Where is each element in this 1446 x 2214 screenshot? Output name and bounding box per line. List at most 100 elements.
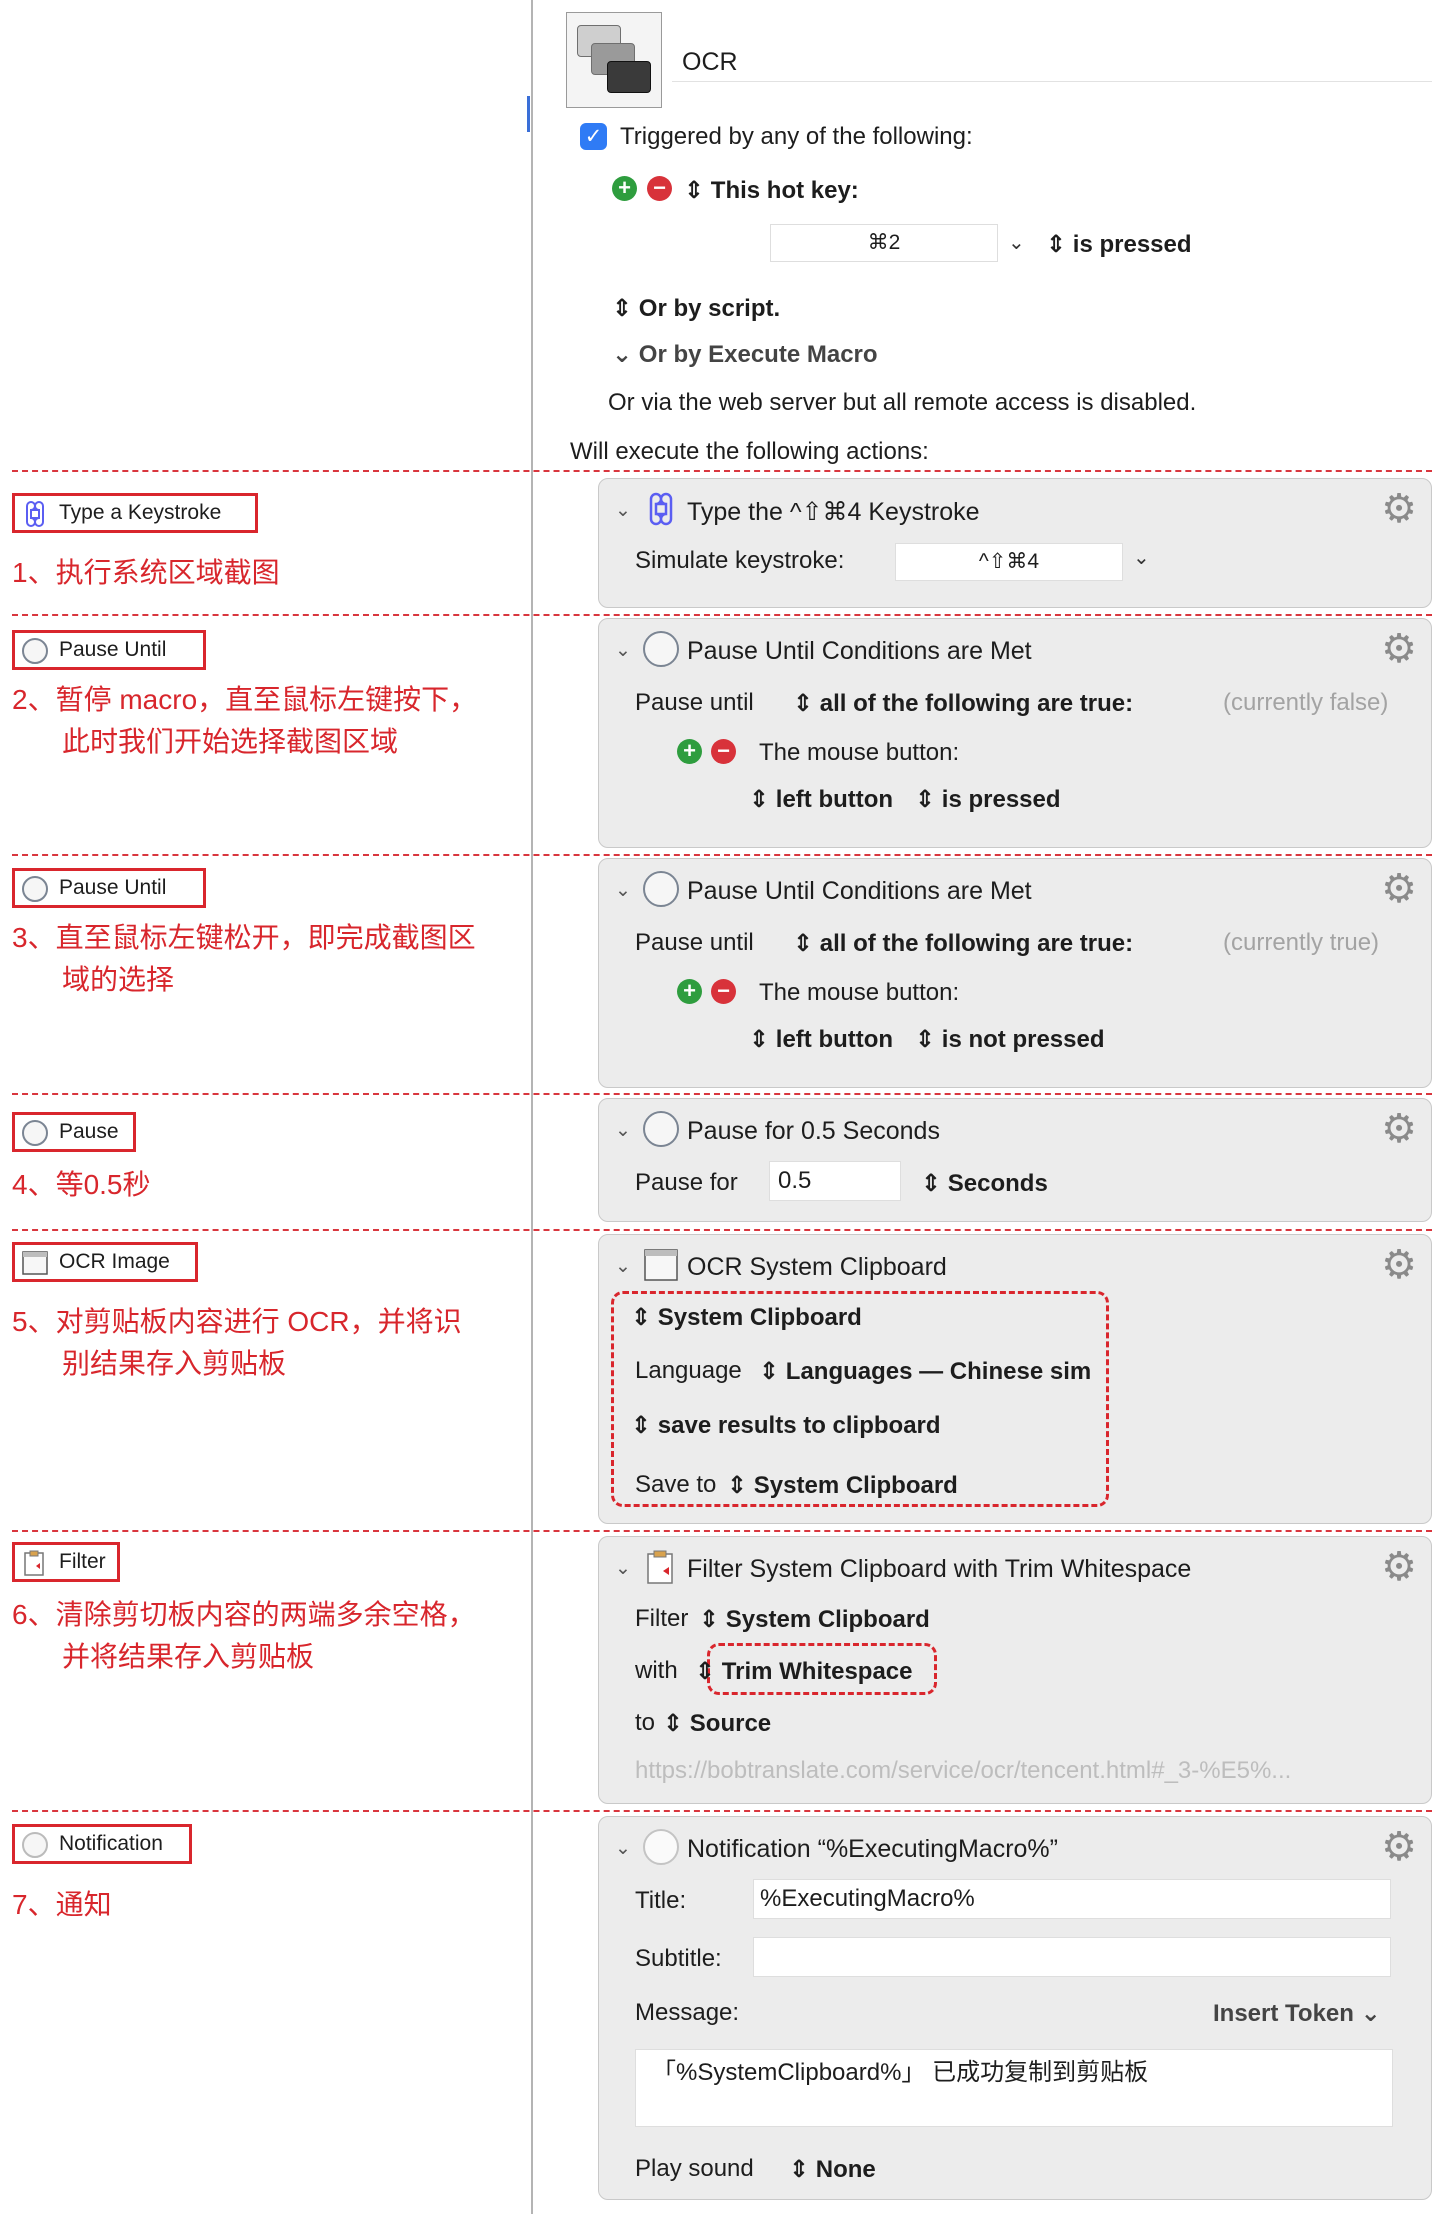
mouse-button-label: The mouse button: (759, 979, 960, 1006)
condition-selector[interactable]: ⇕ all of the following are true: (793, 929, 1133, 958)
callout-line: 域的选择 (62, 964, 175, 995)
callout-pause: Pause (12, 1112, 136, 1152)
callout-text: 6、清除剪切板内容的两端多余空格， 并将结果存入剪贴板 (12, 1594, 476, 1678)
simulate-label: Simulate keystroke: (635, 547, 845, 574)
results-value: save results to clipboard (657, 1412, 941, 1439)
callout-line: 6、清除剪切板内容的两端多余空格， (12, 1599, 476, 1630)
chevron-down-icon[interactable]: ⌄ (615, 499, 631, 522)
action-ocr[interactable]: ⌄ OCR System Clipboard ⚙ ⇕ System Clipbo… (598, 1234, 1432, 1524)
callout-text: 7、通知 (12, 1884, 112, 1926)
action-title: Type the ^⇧⌘4 Keystroke (687, 498, 980, 526)
chevron-down-icon[interactable]: ⌄ (615, 879, 631, 902)
chevron-down-icon[interactable]: ⌄ (1008, 230, 1025, 255)
add-condition-button[interactable]: + (677, 739, 702, 764)
state-value: is pressed (941, 786, 1061, 813)
clock-icon (643, 631, 679, 667)
condition-label: all of the following are true: (819, 690, 1134, 717)
unit-selector[interactable]: ⇕ Seconds (921, 1169, 1048, 1198)
with-label: with (635, 1657, 678, 1684)
action-pause[interactable]: ⌄ Pause for 0.5 Seconds ⚙ Pause for 0.5 … (598, 1098, 1432, 1222)
chevron-down-icon[interactable]: ⌄ (615, 639, 631, 662)
ocr-source-selector[interactable]: ⇕ System Clipboard (631, 1303, 862, 1332)
trigger-checkbox[interactable]: ✓ (580, 123, 607, 150)
callout-text: 2、暂停 macro，直至鼠标左键按下， 此时我们开始选择截图区域 (12, 679, 477, 763)
gear-icon[interactable]: ⚙ (1381, 1827, 1417, 1867)
insert-token-menu[interactable]: Insert Token ⌄ (1213, 1999, 1381, 2028)
action-pause-until-released[interactable]: ⌄ Pause Until Conditions are Met ⚙ Pause… (598, 858, 1432, 1088)
gear-icon[interactable]: ⚙ (1381, 1547, 1417, 1587)
action-pause-until-pressed[interactable]: ⌄ Pause Until Conditions are Met ⚙ Pause… (598, 618, 1432, 848)
condition-selector[interactable]: ⇕ all of the following are true: (793, 689, 1133, 718)
callout-type-keystroke: Type a Keystroke (12, 493, 258, 533)
chevron-down-icon[interactable]: ⌄ (615, 1255, 631, 1278)
pause-for-label: Pause for (635, 1169, 738, 1196)
updown-icon: ⇕ (759, 1358, 780, 1385)
mouse-button-selector[interactable]: ⇕ left button (749, 785, 893, 814)
add-condition-button[interactable]: + (677, 979, 702, 1004)
web-server-note: Or via the web server but all remote acc… (608, 389, 1197, 416)
hotkey-state-selector[interactable]: ⇕ is pressed (1046, 230, 1192, 259)
callout-label: OCR Image (59, 1250, 170, 1273)
updown-icon: ⇕ (921, 1170, 942, 1197)
save-to-selector[interactable]: ⇕ System Clipboard (727, 1471, 958, 1500)
bell-icon (643, 1829, 679, 1865)
title-field[interactable]: %ExecutingMacro% (753, 1879, 1391, 1919)
command-icon (649, 492, 673, 526)
will-execute-label: Will execute the following actions: (570, 438, 929, 465)
comment-link[interactable]: https://bobtranslate.com/service/ocr/ten… (635, 1757, 1291, 1785)
updown-icon: ⇕ (612, 295, 633, 322)
title-label: Title: (635, 1887, 687, 1914)
mouse-button-selector[interactable]: ⇕ left button (749, 1025, 893, 1054)
add-trigger-button[interactable]: + (612, 176, 637, 201)
chevron-down-icon: ⌄ (612, 341, 633, 368)
gear-icon[interactable]: ⚙ (1381, 629, 1417, 669)
sound-selector[interactable]: ⇕ None (789, 2155, 876, 2184)
separator (12, 854, 1432, 856)
chevron-down-icon[interactable]: ⌄ (615, 1557, 631, 1580)
pause-until-label: Pause until (635, 689, 754, 716)
separator (12, 470, 1432, 472)
clipboard-icon (647, 1550, 673, 1584)
remove-condition-button[interactable]: − (711, 979, 736, 1004)
filter-type-selector[interactable]: ⇕ Trim Whitespace (695, 1657, 913, 1686)
filter-source-selector[interactable]: ⇕ System Clipboard (699, 1605, 930, 1634)
gear-icon[interactable]: ⚙ (1381, 1109, 1417, 1149)
action-filter[interactable]: ⌄ Filter System Clipboard with Trim Whit… (598, 1536, 1432, 1804)
results-selector[interactable]: ⇕ save results to clipboard (631, 1411, 941, 1440)
hotkey-selector[interactable]: ⇕ This hot key: (684, 176, 859, 205)
language-selector[interactable]: ⇕ Languages — Chinese sim (759, 1357, 1091, 1386)
keystroke-field[interactable]: ^⇧⌘4 (895, 543, 1123, 581)
macro-icon[interactable] (566, 12, 662, 108)
callout-label: Pause (59, 1120, 119, 1143)
chevron-down-icon[interactable]: ⌄ (615, 1837, 631, 1860)
action-notification[interactable]: ⌄ Notification “%ExecutingMacro%” ⚙ Titl… (598, 1816, 1432, 2200)
callout-text: 3、直至鼠标左键松开，即完成截图区 域的选择 (12, 917, 476, 1001)
callout-line: 3、直至鼠标左键松开，即完成截图区 (12, 922, 476, 953)
clock-icon (643, 871, 679, 907)
chevron-down-icon[interactable]: ⌄ (615, 1119, 631, 1142)
or-execute-macro-item[interactable]: ⌄ Or by Execute Macro (612, 340, 878, 369)
chevron-down-icon[interactable]: ⌄ (1133, 545, 1150, 570)
updown-icon: ⇕ (793, 930, 814, 957)
gear-icon[interactable]: ⚙ (1381, 1245, 1417, 1285)
remove-condition-button[interactable]: − (711, 739, 736, 764)
mouse-state-selector[interactable]: ⇕ is not pressed (915, 1025, 1105, 1054)
action-type-keystroke[interactable]: ⌄ Type the ^⇧⌘4 Keystroke ⚙ Simulate key… (598, 478, 1432, 608)
updown-icon: ⇕ (749, 786, 770, 813)
command-icon (26, 501, 44, 527)
hotkey-field[interactable]: ⌘2 (770, 224, 998, 262)
callout-label: Notification (59, 1832, 163, 1855)
gear-icon[interactable]: ⚙ (1381, 869, 1417, 909)
or-script-label: Or by script. (638, 295, 781, 322)
callout-pause-until: Pause Until (12, 630, 206, 670)
or-script-item[interactable]: ⇕ Or by script. (612, 294, 780, 323)
destination-selector[interactable]: ⇕ Source (663, 1709, 771, 1738)
updown-icon: ⇕ (663, 1710, 684, 1737)
message-field[interactable]: 「%SystemClipboard%」 已成功复制到剪贴板 (635, 2049, 1393, 2127)
macro-name-field[interactable]: OCR (672, 42, 1432, 82)
subtitle-field[interactable] (753, 1937, 1391, 1977)
pause-duration-field[interactable]: 0.5 (769, 1161, 901, 1201)
gear-icon[interactable]: ⚙ (1381, 489, 1417, 529)
mouse-state-selector[interactable]: ⇕ is pressed (915, 785, 1061, 814)
remove-trigger-button[interactable]: − (647, 176, 672, 201)
